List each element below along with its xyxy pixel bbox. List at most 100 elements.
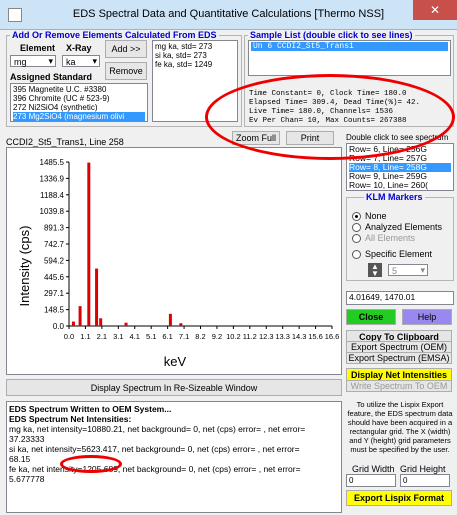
x-tick-label: 7.1 (179, 332, 189, 341)
klm-title: KLM Markers (364, 192, 425, 202)
add-element-button[interactable]: Add >> (105, 40, 147, 58)
remove-element-button[interactable]: Remove (105, 62, 147, 80)
lispix-note: To utilize the Lispix Export feature, th… (347, 400, 453, 454)
spectrum-peak (71, 321, 75, 326)
grid-width-input[interactable]: 0 (346, 474, 396, 487)
y-tick-label: 297.1 (44, 289, 65, 298)
element-label: Element (20, 43, 56, 53)
close-window-button[interactable]: ✕ (413, 0, 457, 20)
spectrum-peak (99, 318, 103, 326)
sample-list[interactable]: Un 6 CCDI2_St5_Trans1 (248, 40, 451, 76)
status-line: 68.15 (9, 454, 31, 464)
y-tick-label: 891.3 (44, 224, 65, 233)
status-line: fe ka, net intensity=1205.689, net backg… (9, 464, 301, 474)
y-tick-label: 742.7 (44, 240, 65, 249)
klm-analyzed-radio[interactable]: Analyzed Elements (352, 222, 442, 232)
x-tick-label: 3.1 (113, 332, 123, 341)
spectrum-peaks (71, 162, 183, 326)
xray-label: X-Ray (66, 43, 92, 53)
standard-item[interactable]: 396 Chromite (UC # 523-9) (13, 94, 145, 103)
klm-all-radio: All Elements (352, 233, 415, 243)
spectrum-peak (95, 268, 99, 326)
updown-arrows-icon[interactable]: ▲ ▼ (368, 263, 382, 278)
y-axis-label: Intensity (cps) (17, 226, 32, 307)
close-button[interactable]: Close (346, 309, 396, 325)
x-tick-label: 6.1 (162, 332, 172, 341)
export-lispix-button[interactable]: Export Lispix Format (346, 490, 452, 506)
klm-none-radio[interactable]: None (352, 211, 387, 221)
window-title: EDS Spectral Data and Quantitative Calcu… (72, 8, 385, 20)
y-tick-label: 1336.9 (40, 174, 65, 183)
elements-group-title: Add Or Remove Elements Calculated From E… (10, 30, 219, 40)
klm-specific-label: Specific Element (365, 249, 433, 259)
klm-none-label: None (365, 211, 387, 221)
grid-height-input[interactable]: 0 (400, 474, 450, 487)
spectrum-plot[interactable]: 1485.5 1336.9 1188.4 1039.8 891.3 742.7 594.2 4… (6, 147, 342, 375)
x-tick-label: 4.1 (130, 332, 140, 341)
assigned-standard-label: Assigned Standard (10, 72, 93, 82)
spectrum-peak (78, 306, 82, 326)
double-click-label: Double click to see spectrum (346, 133, 449, 142)
standard-item-selected[interactable]: 273 Mg2SiO4 (magnesium olivi (13, 112, 145, 121)
x-tick-label: 13.3 (275, 332, 290, 341)
x-tick-label: 15.6 (308, 332, 323, 341)
x-tick-label: 11.2 (243, 332, 257, 341)
element-list[interactable]: mg ka, std= 273 si ka, std= 273 fe ka, s… (152, 40, 238, 122)
print-button[interactable]: Print (286, 131, 334, 145)
row-list[interactable]: Row= 6, Line= 256G Row= 7, Line= 257G Ro… (346, 143, 454, 191)
element-item[interactable]: mg ka, std= 273 (155, 42, 235, 51)
standard-item[interactable]: 395 Magnetite U.C. #3380 (13, 85, 145, 94)
spectrum-chart[interactable]: 1485.5 1336.9 1188.4 1039.8 891.3 742.7 594.2 4… (7, 148, 341, 374)
row-item[interactable]: Row= 10, Line= 260( (349, 181, 451, 190)
y-ticks: 1485.5 1336.9 1188.4 1039.8 891.3 742.7 594.2 4… (40, 158, 69, 331)
help-button[interactable]: Help (402, 309, 452, 325)
status-line: EDS Spectrum Written to OEM System... (9, 404, 172, 414)
x-ticks: 0.0 1.1 2.1 3.1 4.1 5.1 6.1 7.1 8.2 9.2 10.2 11.2 12… (64, 326, 340, 341)
x-axis-label: keV (164, 354, 187, 369)
y-tick-label: 594.2 (44, 256, 65, 265)
standard-item[interactable]: 272 Ni2SiO4 (synthetic) (13, 103, 145, 112)
klm-analyzed-label: Analyzed Elements (365, 222, 443, 232)
standards-list[interactable]: 395 Magnetite U.C. #3380 396 Chromite (U… (10, 83, 148, 122)
x-tick-label: 8.2 (195, 332, 205, 341)
y-tick-label: 445.6 (44, 273, 65, 282)
xray-select[interactable]: ka (62, 55, 100, 67)
y-tick-label: 148.5 (44, 306, 65, 315)
x-tick-label: 5.1 (146, 332, 156, 341)
sample-info: Time Constant= 0, Clock Time= 180.0 Elap… (249, 90, 420, 126)
specific-element-select[interactable]: 5 (388, 264, 428, 276)
element-item[interactable]: fe ka, std= 1249 (155, 60, 235, 69)
x-tick-label: 10.2 (226, 332, 241, 341)
info-line: Ev Per Chan= 10, Max Counts= 267388 (249, 117, 407, 125)
display-resizable-button[interactable]: Display Spectrum In Re-Sizeable Window (6, 379, 342, 396)
zoom-full-button[interactable]: Zoom Full (232, 131, 280, 145)
x-tick-label: 9.2 (212, 332, 222, 341)
y-tick-label: 1188.4 (40, 191, 64, 200)
status-line: mg ka, net intensity=10880.21, net backg… (9, 424, 306, 434)
klm-all-label: All Elements (365, 233, 416, 243)
klm-specific-radio[interactable]: Specific Element (352, 249, 432, 259)
x-tick-label: 16.6 (325, 332, 340, 341)
spectrum-header: CCDI2_St5_Trans1, Line 258 (6, 137, 124, 147)
export-emsa-button[interactable]: Export Spectrum (EMSA) (346, 352, 452, 364)
spectrum-peak (87, 162, 91, 326)
chart-axes (68, 162, 332, 327)
x-tick-label: 2.1 (97, 332, 107, 341)
sample-item[interactable]: Un 6 CCDI2_St5_Trans1 (251, 42, 448, 51)
info-line: Time Constant= 0, Clock Time= 180.0 (249, 90, 407, 98)
element-select[interactable]: mg (10, 55, 56, 67)
x-tick-label: 0.0 (64, 332, 74, 341)
write-oem-button: Write Spectrum To OEM (346, 380, 452, 392)
spectrum-peak (124, 322, 128, 326)
spectrum-peak (168, 313, 172, 326)
status-line: EDS Spectrum Net Intensities: (9, 414, 132, 424)
grid-height-label: Grid Height (400, 464, 446, 474)
status-log[interactable]: EDS Spectrum Written to OEM System... ED… (6, 401, 342, 513)
cursor-coords: 4.01649, 1470.01 (346, 291, 454, 305)
status-line: 37.23333 (9, 434, 45, 444)
x-tick-label: 12.3 (259, 332, 274, 341)
status-line: 5.677778 (9, 474, 45, 484)
title-bar: EDS Spectral Data and Quantitative Calcu… (0, 0, 457, 30)
element-item[interactable]: si ka, std= 273 (155, 51, 235, 60)
info-line: Elapsed Time= 309.4, Dead Time(%)= 42. (249, 99, 421, 107)
